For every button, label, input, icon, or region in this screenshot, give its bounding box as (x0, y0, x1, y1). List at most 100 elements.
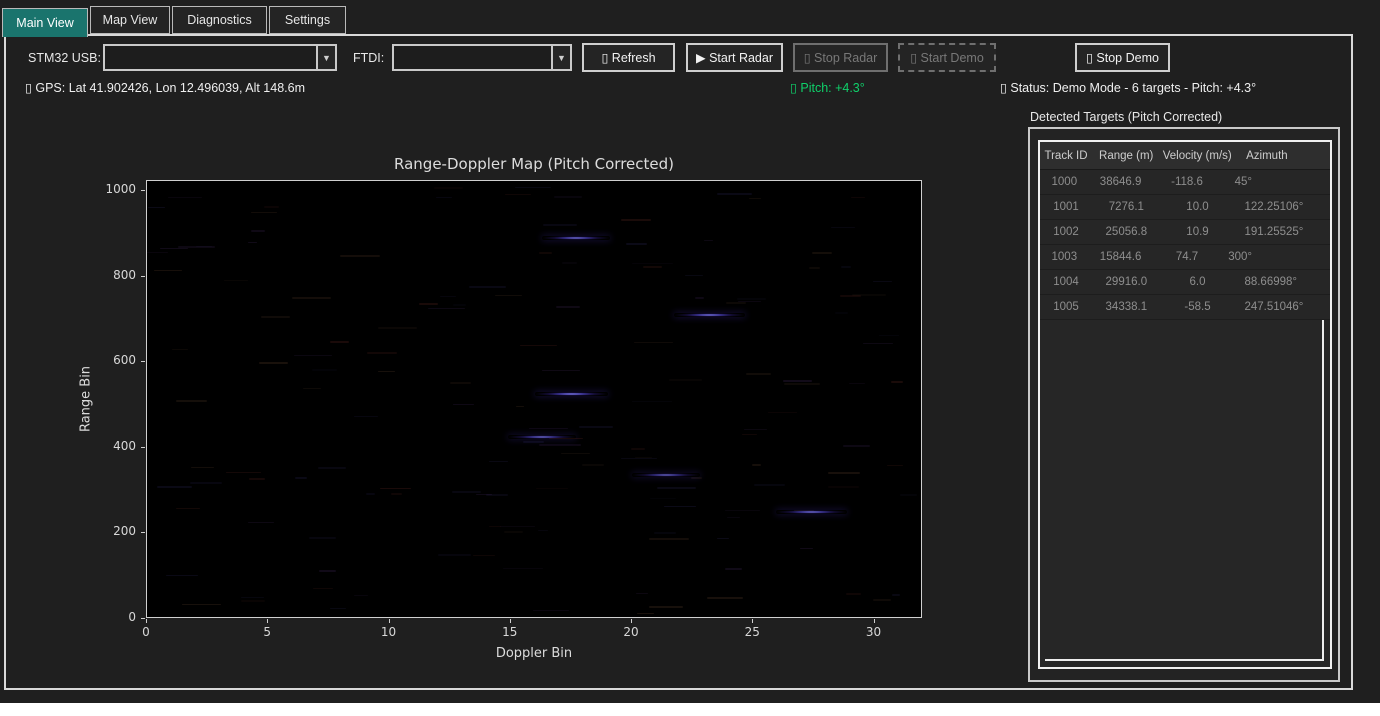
noise-speckle (542, 370, 580, 371)
noise-speckle (831, 227, 855, 228)
y-tick-mark (141, 190, 145, 191)
noise-speckle (241, 597, 263, 598)
noise-speckle (378, 371, 394, 372)
noise-speckle (248, 242, 257, 243)
chevron-down-icon: ▼ (557, 53, 566, 63)
noise-speckle (354, 416, 378, 417)
noise-speckle (632, 263, 673, 264)
noise-speckle (812, 252, 831, 254)
noise-speckle (168, 197, 202, 198)
noise-speckle (768, 412, 796, 413)
cell-velocity-ms: -118.6 (1153, 176, 1222, 188)
tab-map-view[interactable]: Map View (90, 6, 170, 34)
noise-speckle (626, 243, 647, 245)
stop-radar-button[interactable]: ▯ Stop Radar (793, 43, 888, 72)
x-tick-label: 10 (369, 625, 409, 639)
cell-track-id: 1001 (1040, 201, 1092, 213)
noise-speckle (783, 380, 812, 382)
cell-azimuth: 45° (1222, 176, 1331, 188)
noise-speckle (621, 219, 651, 221)
noise-speckle (631, 448, 645, 450)
noise-speckle (309, 537, 336, 539)
noise-speckle (737, 298, 765, 300)
ftdi-combobox[interactable]: ▼ (392, 44, 572, 71)
noise-speckle (879, 335, 899, 336)
noise-speckle (251, 212, 278, 213)
y-tick-label: 400 (58, 439, 136, 453)
noise-speckle (538, 530, 548, 531)
stop-radar-button-label: ▯ Stop Radar (804, 50, 878, 65)
table-row[interactable]: 100534338.1-58.5247.51046° (1040, 295, 1330, 320)
stm32-usb-combobox[interactable]: ▼ (103, 44, 337, 71)
noise-speckle (473, 555, 496, 556)
table-row[interactable]: 100315844.674.7300° (1040, 245, 1330, 270)
tab-main-view[interactable]: Main View (2, 8, 88, 37)
stm32-usb-label: STM32 USB: (28, 51, 101, 65)
noise-speckle (685, 275, 703, 276)
noise-speckle (704, 240, 712, 241)
refresh-button[interactable]: ▯ Refresh (582, 43, 675, 72)
stop-demo-button[interactable]: ▯ Stop Demo (1075, 43, 1170, 72)
start-radar-button-label: ▶ Start Radar (696, 50, 773, 65)
noise-speckle (843, 445, 870, 447)
noise-speckle (828, 486, 859, 488)
tab-diagnostics-label: Diagnostics (187, 13, 252, 27)
noise-speckle (621, 458, 658, 459)
cell-azimuth: 300° (1222, 251, 1331, 263)
cell-azimuth: 88.66998° (1234, 276, 1330, 288)
noise-speckle (178, 246, 214, 248)
y-tick-label: 800 (58, 268, 136, 282)
x-tick-mark (874, 619, 875, 623)
start-demo-button[interactable]: ▯ Start Demo (898, 43, 996, 72)
stm32-usb-dropdown-button[interactable]: ▼ (316, 46, 335, 69)
table-row[interactable]: 10017276.110.0122.25106° (1040, 195, 1330, 220)
noise-speckle (503, 568, 544, 569)
noise-speckle (695, 297, 705, 299)
noise-speckle (649, 538, 688, 540)
targets-panel-title: Detected Targets (Pitch Corrected) (1030, 110, 1222, 124)
ftdi-label: FTDI: (353, 51, 384, 65)
ftdi-dropdown-button[interactable]: ▼ (551, 46, 570, 69)
tab-diagnostics[interactable]: Diagnostics (172, 6, 267, 34)
noise-speckle (489, 461, 508, 462)
start-radar-button[interactable]: ▶ Start Radar (686, 43, 783, 72)
noise-speckle (176, 508, 200, 509)
noise-speckle (744, 429, 767, 430)
column-header: Velocity (m/s) (1160, 150, 1234, 162)
noise-speckle (354, 595, 368, 596)
noise-speckle (378, 327, 418, 329)
noise-speckle (809, 267, 820, 269)
noise-speckle (453, 304, 466, 306)
detection-streak (776, 510, 846, 514)
table-row[interactable]: 100225056.810.9191.25525° (1040, 220, 1330, 245)
stop-demo-button-label: ▯ Stop Demo (1086, 50, 1159, 65)
x-tick-mark (267, 619, 268, 623)
y-tick-mark (141, 276, 145, 277)
noise-speckle (367, 352, 396, 354)
noise-speckle (533, 610, 568, 611)
cell-track-id: 1003 (1040, 251, 1089, 263)
chevron-down-icon: ▼ (322, 53, 331, 63)
noise-speckle (440, 296, 456, 297)
noise-speckle (840, 295, 861, 297)
table-row[interactable]: 100429916.06.088.66998° (1040, 270, 1330, 295)
cell-velocity-ms: 74.7 (1153, 251, 1222, 263)
noise-speckle (784, 383, 820, 385)
cell-velocity-ms: 10.0 (1161, 201, 1235, 213)
noise-speckle (749, 198, 761, 199)
noise-speckle (157, 486, 191, 488)
noise-speckle (754, 484, 785, 486)
noise-speckle (707, 597, 743, 599)
noise-speckle (849, 383, 865, 384)
noise-speckle (295, 477, 308, 479)
tab-settings[interactable]: Settings (269, 6, 346, 34)
noise-speckle (226, 472, 261, 473)
table-row[interactable]: 100038646.9-118.645° (1040, 170, 1330, 195)
noise-speckle (312, 369, 337, 371)
noise-speckle (539, 444, 581, 446)
cell-range-m: 7276.1 (1092, 201, 1160, 213)
cell-range-m: 34338.1 (1092, 301, 1160, 313)
x-tick-mark (146, 619, 147, 623)
noise-speckle (148, 207, 165, 208)
cell-range-m: 25056.8 (1092, 226, 1160, 238)
